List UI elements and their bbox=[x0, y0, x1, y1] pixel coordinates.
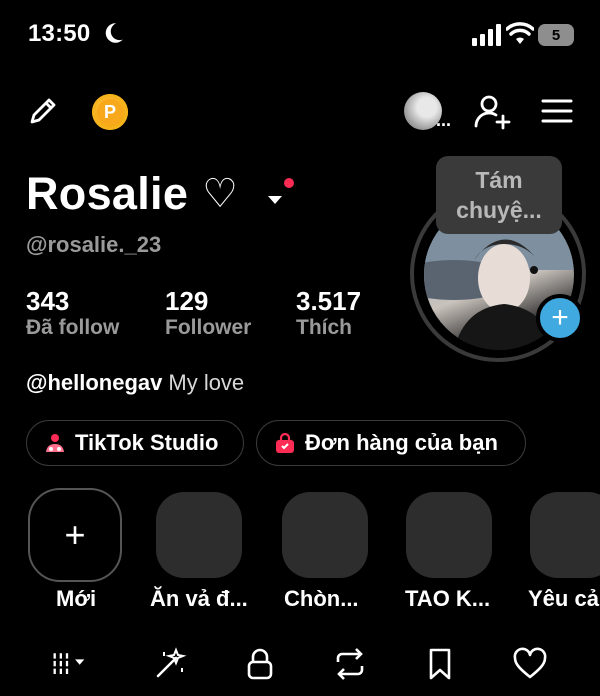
battery-level: 5 bbox=[551, 26, 561, 44]
shopping-bag-icon bbox=[276, 432, 294, 453]
bookmark-icon bbox=[429, 648, 451, 680]
highlight-label: Chòn... bbox=[284, 586, 359, 611]
wifi-icon bbox=[506, 22, 534, 44]
bubble-line-2: chuyệ... bbox=[456, 197, 542, 223]
chevron-down-icon[interactable] bbox=[266, 194, 284, 206]
more-dots: ... bbox=[436, 110, 452, 130]
tab-videos[interactable] bbox=[52, 644, 92, 684]
heart-icon bbox=[513, 647, 547, 679]
bio-text: My love bbox=[168, 370, 245, 395]
grid-icon bbox=[53, 653, 85, 674]
highlight-label: TAO K... bbox=[405, 586, 491, 611]
bio: @hellonegav My love bbox=[26, 370, 244, 396]
name-heart-symbol: ♡ bbox=[202, 172, 239, 216]
studio-icon bbox=[46, 434, 64, 452]
profile-name: Rosalie bbox=[26, 168, 189, 219]
tiktok-studio-button[interactable]: TikTok Studio bbox=[26, 420, 244, 466]
following-count[interactable]: 343 bbox=[26, 286, 69, 317]
status-note-bubble[interactable]: Tám chuyệ... bbox=[436, 156, 562, 234]
username: @rosalie._23 bbox=[26, 232, 162, 257]
notification-dot bbox=[284, 178, 294, 188]
pencil-icon[interactable] bbox=[24, 94, 60, 130]
orders-button[interactable]: Đơn hàng của bạn bbox=[256, 420, 526, 466]
highlight-item[interactable] bbox=[282, 492, 368, 578]
highlight-item[interactable] bbox=[530, 492, 600, 578]
highlight-label: Mới bbox=[56, 586, 97, 611]
sparkle-icon bbox=[156, 647, 187, 678]
coin-icon[interactable]: P bbox=[92, 94, 128, 130]
tab-private[interactable] bbox=[240, 644, 280, 684]
tab-reposts[interactable] bbox=[330, 644, 370, 684]
repost-icon bbox=[336, 648, 364, 680]
tab-liked[interactable] bbox=[510, 644, 550, 684]
tab-saved[interactable] bbox=[420, 644, 460, 684]
status-time: 13:50 bbox=[28, 20, 91, 47]
signal-icon bbox=[472, 24, 501, 46]
lock-icon bbox=[247, 648, 273, 680]
highlight-label: Yêu cả bbox=[528, 586, 599, 611]
moon-icon bbox=[105, 23, 123, 43]
bio-mention[interactable]: @hellonegav bbox=[26, 370, 162, 395]
battery-indicator: 5 bbox=[538, 24, 574, 46]
add-story-button[interactable]: + bbox=[536, 294, 584, 342]
tab-effects[interactable] bbox=[150, 644, 190, 684]
following-label[interactable]: Đã follow bbox=[26, 316, 119, 340]
follower-count[interactable]: 129 bbox=[165, 286, 208, 317]
new-highlight-button[interactable]: + bbox=[28, 488, 122, 582]
highlight-label: Ăn vả đ... bbox=[150, 586, 248, 611]
studio-label: TikTok Studio bbox=[75, 430, 219, 455]
likes-label[interactable]: Thích bbox=[296, 316, 352, 340]
highlight-item[interactable] bbox=[156, 492, 242, 578]
menu-icon[interactable] bbox=[540, 96, 574, 126]
bubble-line-1: Tám bbox=[475, 167, 523, 193]
likes-count[interactable]: 3.517 bbox=[296, 286, 361, 317]
orders-label: Đơn hàng của bạn bbox=[305, 430, 498, 455]
profile-name-row[interactable]: Rosalie ♡ bbox=[26, 168, 238, 220]
highlight-item[interactable] bbox=[406, 492, 492, 578]
add-user-icon[interactable] bbox=[472, 92, 512, 132]
follower-label[interactable]: Follower bbox=[165, 316, 251, 340]
